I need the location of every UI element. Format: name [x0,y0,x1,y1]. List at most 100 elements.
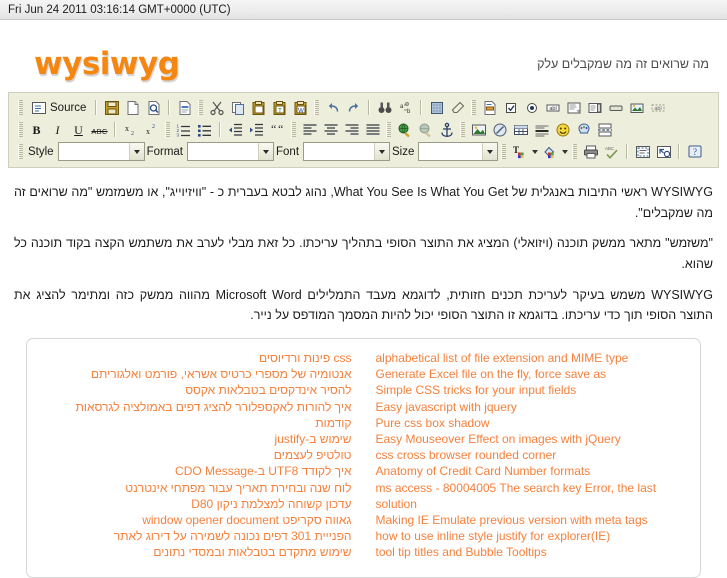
chevron-down-icon[interactable] [128,143,144,160]
chevron-down-icon[interactable] [258,143,273,160]
background-color-button-chevron-down-icon[interactable] [560,142,569,162]
cut-button[interactable] [206,98,227,118]
related-link[interactable]: tool tip titles and Bubble Tooltips [376,544,689,560]
select-all-button[interactable] [426,98,447,118]
text-field-button[interactable]: abl [542,98,563,118]
related-link[interactable]: how to use inline style justify for expl… [376,528,689,544]
text-color-button-chevron-down-icon[interactable] [530,142,539,162]
image-button[interactable] [468,120,489,140]
new-page-button[interactable] [122,98,143,118]
find-button[interactable] [374,98,395,118]
align-right-button[interactable] [341,120,362,140]
site-logo[interactable]: wysiwyg [34,46,180,82]
push-button-button[interactable] [605,98,626,118]
bold-button[interactable]: B [26,120,47,140]
link-button[interactable] [394,120,415,140]
select-field-button[interactable] [584,98,605,118]
toolbar-grip[interactable] [198,99,204,116]
related-link[interactable]: שימוש ב-justify [39,431,352,447]
text-color-button[interactable]: T [509,142,530,162]
copy-button[interactable] [227,98,248,118]
background-color-button[interactable] [539,142,560,162]
related-link[interactable]: Easy Mouseover Effect on images with jQu… [376,431,689,447]
paste-text-button[interactable]: T [269,98,290,118]
flash-button[interactable] [489,120,510,140]
page-break-button[interactable] [594,120,615,140]
horizontal-rule-button[interactable] [531,120,552,140]
image-button-button[interactable] [626,98,647,118]
save-button[interactable] [101,98,122,118]
related-link[interactable]: גאווה סקריפט window opener document [39,512,351,528]
subscript-button[interactable]: x2 [120,120,141,140]
toolbar-grip[interactable] [460,121,465,138]
related-link[interactable]: טולטיפ לעצמים [39,447,352,463]
align-center-button[interactable] [320,120,341,140]
underline-button[interactable]: U [68,120,89,140]
anchor-button[interactable] [436,120,457,140]
related-link[interactable]: alphabetical list of file extension and … [376,350,689,366]
bulleted-list-button[interactable] [194,120,215,140]
remove-format-button[interactable] [447,98,468,118]
related-link[interactable]: Pure css box shadow [376,415,689,431]
style-select[interactable] [57,142,145,161]
hidden-field-button[interactable]: abl [647,98,668,118]
related-link[interactable]: איך להורות לאקספלורר להציג דפים באמולציה… [39,399,352,431]
replace-button[interactable]: ab [395,98,416,118]
format-select[interactable] [187,142,274,161]
toolbar-grip[interactable] [18,121,23,138]
source-button[interactable]: Source [26,98,91,118]
undo-button[interactable] [322,98,343,118]
align-left-button[interactable] [299,120,320,140]
toolbar-grip[interactable] [314,99,320,116]
font-select[interactable] [303,142,391,161]
table-button[interactable] [510,120,531,140]
related-link[interactable]: Making IE Emulate previous version with … [376,512,689,528]
templates-button[interactable] [174,98,195,118]
related-link[interactable]: ms access - 80004005 The search key Erro… [376,480,689,512]
increase-indent-button[interactable] [246,120,267,140]
related-link[interactable]: Simple CSS tricks for your input fields [376,382,689,398]
related-link[interactable]: Easy javascript with jquery [376,399,689,415]
maximize-button[interactable] [653,142,674,162]
textarea-button[interactable] [563,98,584,118]
related-link[interactable]: css פינות ורדיוסים [39,350,351,366]
checkbox-button[interactable] [500,98,521,118]
related-link[interactable]: לוח שנה ובחירת תאריך עבור מפתחי אינטרנט [39,480,351,496]
about-button[interactable]: ? [684,142,705,162]
blockquote-button[interactable]: ““ [267,120,288,140]
toolbar-grip[interactable] [18,143,23,160]
related-link[interactable]: Generate Excel file on the fly, force sa… [376,366,689,382]
related-link[interactable]: הפנייית 301 דפים נכונה לשמירה על דירוג ל… [39,528,352,544]
superscript-button[interactable]: x2 [141,120,162,140]
related-link[interactable]: Anatomy of Credit Card Number formats [376,463,689,479]
spellcheck-button[interactable]: ABC [601,142,622,162]
smiley-button[interactable] [552,120,573,140]
size-select[interactable] [418,142,499,161]
toolbar-grip[interactable] [501,143,507,160]
show-blocks-button[interactable] [632,142,653,162]
paste-word-button[interactable]: W [290,98,311,118]
toolbar-grip[interactable] [471,99,477,116]
print-button[interactable] [580,142,601,162]
special-char-button[interactable] [573,120,594,140]
strikethrough-button[interactable]: ABC [89,120,110,140]
toolbar-grip[interactable] [165,121,170,138]
related-link[interactable]: אנטומיה של מספרי כרטיס אשראי, פורמט ואלג… [39,366,352,382]
radio-button[interactable] [521,98,542,118]
toolbar-grip[interactable] [18,99,23,116]
chevron-down-icon[interactable] [482,143,498,160]
form-button[interactable] [479,98,500,118]
related-link[interactable]: css cross browser rounded corner [376,447,689,463]
italic-button[interactable]: I [47,120,68,140]
related-link[interactable]: עדכון קשוחה למצלמת ניקון D80 [39,496,351,512]
redo-button[interactable] [343,98,364,118]
decrease-indent-button[interactable] [225,120,246,140]
numbered-list-button[interactable]: 123 [173,120,194,140]
related-link[interactable]: איך לקודד UTF8 ב-CDO Message [39,463,351,479]
preview-button[interactable] [143,98,164,118]
related-link[interactable]: שימוש מתקדם בטבלאות ובמסדי נתונים [39,544,351,560]
toolbar-grip[interactable] [572,143,578,160]
align-justify-button[interactable] [362,120,383,140]
toolbar-grip[interactable] [291,121,296,138]
paste-button[interactable] [248,98,269,118]
